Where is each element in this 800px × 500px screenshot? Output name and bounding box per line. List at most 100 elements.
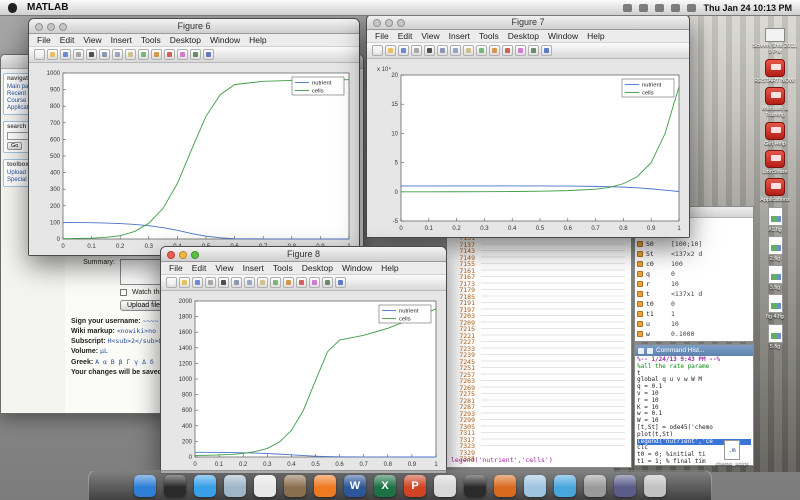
menu-edit[interactable]: Edit (60, 35, 75, 45)
desktop-icon-fig-4[interactable]: fig 4.fig (751, 294, 799, 320)
dock-figure-icon[interactable] (541, 45, 552, 56)
desktop-icon-applications[interactable]: Applications (751, 178, 799, 203)
dock-icon-photo-booth[interactable] (614, 475, 636, 497)
menu-tools[interactable]: Tools (273, 263, 293, 273)
pan-icon[interactable] (463, 45, 474, 56)
insert-colorbar-icon[interactable] (309, 277, 320, 288)
rotate-3d-icon[interactable] (476, 45, 487, 56)
save-figure-icon[interactable] (192, 277, 203, 288)
dock-icon-matlab[interactable] (494, 475, 516, 497)
search-go-button[interactable]: Go (7, 142, 22, 150)
pan-icon[interactable] (125, 49, 136, 60)
open-file-icon[interactable] (385, 45, 396, 56)
dock-icon-excel[interactable]: X (374, 475, 396, 497)
menu-desktop[interactable]: Desktop (508, 31, 539, 41)
workspace-variable-row[interactable]: t<137x1 d (637, 289, 751, 299)
figure-7-plot[interactable]: 00.10.20.30.40.50.60.70.80.91-505101520x… (367, 59, 689, 237)
menu-help[interactable]: Help (381, 263, 398, 273)
edit-plot-icon[interactable] (424, 45, 435, 56)
dock-panel-icon[interactable] (647, 348, 653, 354)
menu-edit[interactable]: Edit (398, 31, 413, 41)
workspace-variable-row[interactable]: t11 (637, 309, 751, 319)
open-file-icon[interactable] (47, 49, 58, 60)
zoom-out-icon[interactable] (112, 49, 123, 60)
dock-icon-finder[interactable] (134, 475, 156, 497)
desktop-icon-manuals-training[interactable]: Manuals & Training (751, 87, 799, 119)
insert-colorbar-icon[interactable] (177, 49, 188, 60)
dock-icon-preview[interactable] (524, 475, 546, 497)
menu-desktop[interactable]: Desktop (170, 35, 201, 45)
insert-legend-icon[interactable] (528, 45, 539, 56)
new-figure-icon[interactable] (34, 49, 45, 60)
save-figure-icon[interactable] (398, 45, 409, 56)
desktop-icon-chemo-script[interactable]: .m chemo_script (712, 440, 752, 467)
data-cursor-icon[interactable] (489, 45, 500, 56)
apple-menu-icon[interactable] (8, 3, 17, 13)
print-figure-icon[interactable] (411, 45, 422, 56)
figure-8-plot[interactable]: 00.10.20.30.40.50.60.70.80.9102004006008… (161, 291, 446, 473)
dock-icon-trash[interactable] (644, 475, 666, 497)
pan-icon[interactable] (257, 277, 268, 288)
figure-8-titlebar[interactable]: Figure 8 (161, 247, 446, 262)
desktop-icon-fig-2[interactable]: 2.fig (751, 236, 799, 262)
desktop-icon-fig-5[interactable]: 5.fig (751, 324, 799, 350)
menu-view[interactable]: View (83, 35, 101, 45)
print-figure-icon[interactable] (73, 49, 84, 60)
rotate-3d-icon[interactable] (270, 277, 281, 288)
rotate-3d-icon[interactable] (138, 49, 149, 60)
desktop-icon-get-help[interactable]: Get Help (751, 122, 799, 147)
dock-icon-word[interactable]: W (344, 475, 366, 497)
brush-data-icon[interactable] (502, 45, 513, 56)
battery-icon[interactable] (687, 4, 696, 12)
close-panel-icon[interactable] (638, 348, 644, 354)
menu-edit[interactable]: Edit (192, 263, 207, 273)
new-figure-icon[interactable] (372, 45, 383, 56)
menu-insert[interactable]: Insert (111, 35, 132, 45)
dock-icon-firefox[interactable] (314, 475, 336, 497)
desktop-icon-fig-3[interactable]: 3.fig (751, 265, 799, 291)
wifi-icon[interactable] (655, 4, 664, 12)
zoom-in-icon[interactable] (437, 45, 448, 56)
command-history-line[interactable]: %all the rate parame (637, 364, 751, 371)
menu-window[interactable]: Window (210, 35, 240, 45)
zoom-out-icon[interactable] (244, 277, 255, 288)
menu-window[interactable]: Window (342, 263, 372, 273)
desktop-icon-restart-now[interactable]: RESTART NOW! (751, 59, 799, 84)
workspace-variable-row[interactable]: w0.1000 (637, 329, 751, 339)
dock-icon-terminal[interactable] (464, 475, 486, 497)
zoom-out-icon[interactable] (450, 45, 461, 56)
workspace-variable-row[interactable]: t00 (637, 299, 751, 309)
zoom-in-icon[interactable] (231, 277, 242, 288)
dock-icon-dashboard[interactable] (164, 475, 186, 497)
menu-file[interactable]: File (375, 31, 389, 41)
volume-icon[interactable] (671, 4, 680, 12)
menu-file[interactable]: File (37, 35, 51, 45)
edit-plot-icon[interactable] (86, 49, 97, 60)
insert-legend-icon[interactable] (322, 277, 333, 288)
zoom-in-icon[interactable] (99, 49, 110, 60)
data-cursor-icon[interactable] (283, 277, 294, 288)
menu-view[interactable]: View (421, 31, 439, 41)
insert-colorbar-icon[interactable] (515, 45, 526, 56)
menu-window[interactable]: Window (548, 31, 578, 41)
figure-6-titlebar[interactable]: Figure 6 (29, 19, 359, 34)
dock-figure-icon[interactable] (335, 277, 346, 288)
figure-6-plot[interactable]: 00.10.20.30.40.50.60.70.80.9101002003004… (29, 63, 359, 255)
menu-insert[interactable]: Insert (243, 263, 264, 273)
desktop-icon-lionshare[interactable]: LionShare (751, 150, 799, 175)
menu-help[interactable]: Help (587, 31, 604, 41)
print-figure-icon[interactable] (205, 277, 216, 288)
menu-file[interactable]: File (169, 263, 183, 273)
workspace-variable-row[interactable]: u10 (637, 319, 751, 329)
dock-icon-x11[interactable] (434, 475, 456, 497)
new-figure-icon[interactable] (166, 277, 177, 288)
bluetooth-icon[interactable] (639, 4, 648, 12)
save-figure-icon[interactable] (60, 49, 71, 60)
dock-icon-ical[interactable] (254, 475, 276, 497)
menu-tools[interactable]: Tools (141, 35, 161, 45)
dock-icon-address-book[interactable] (284, 475, 306, 497)
active-app-name[interactable]: MATLAB (27, 2, 68, 13)
menu-tools[interactable]: Tools (479, 31, 499, 41)
desktop-icon-fig-1[interactable]: #1.fig (751, 207, 799, 233)
insert-legend-icon[interactable] (190, 49, 201, 60)
